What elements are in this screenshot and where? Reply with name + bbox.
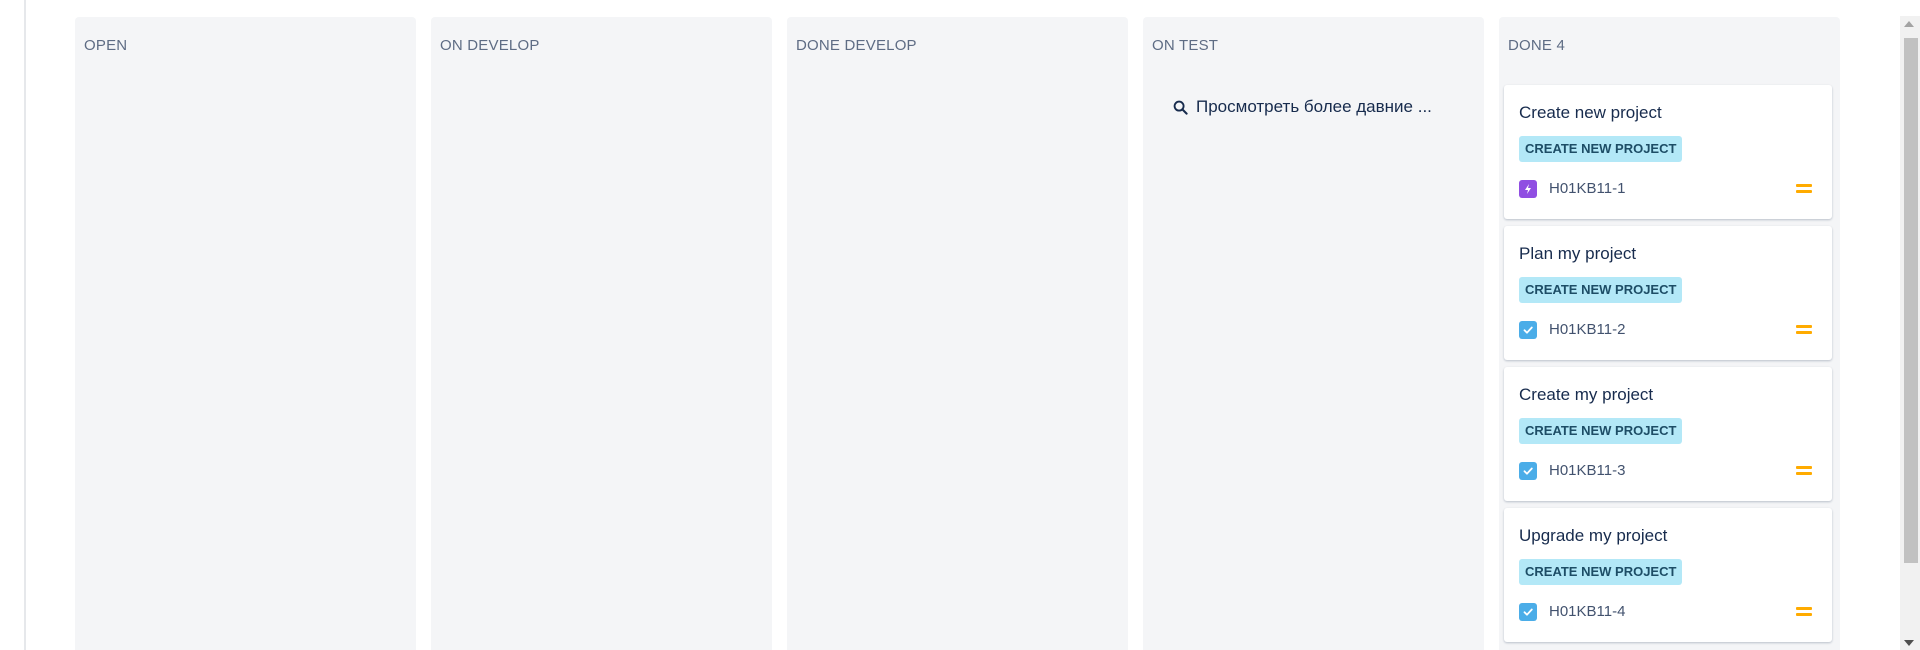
- card-title: Create new project: [1519, 103, 1662, 122]
- card-title: Upgrade my project: [1519, 526, 1668, 545]
- epic-badge: CREATE NEW PROJECT: [1519, 277, 1683, 303]
- card-title: Create my project: [1519, 385, 1654, 404]
- column-title: DONE 4: [1508, 37, 1566, 54]
- search-icon: [1173, 100, 1188, 115]
- board-page: OPEN ON DEVELOP DONE DEVELOP ON TEST Про…: [0, 0, 1920, 650]
- issue-key: H01KB11-3: [1549, 462, 1626, 479]
- medium-priority-icon: [1796, 465, 1812, 477]
- issue-card[interactable]: Plan my project CREATE NEW PROJECT H01KB…: [1504, 226, 1832, 360]
- column-done-develop: DONE DEVELOP: [787, 17, 1128, 650]
- scroll-down-arrow-icon[interactable]: [1904, 640, 1914, 646]
- column-on-test: ON TEST Просмотреть более давние ...: [1143, 17, 1484, 650]
- epic-lightning-icon: [1519, 180, 1537, 198]
- issue-key: H01KB11-2: [1549, 321, 1626, 338]
- issue-key: H01KB11-1: [1549, 180, 1626, 197]
- task-checkbox-icon: [1519, 321, 1537, 339]
- column-title: ON TEST: [1152, 37, 1219, 54]
- view-older-issues-label: Просмотреть более давние ...: [1196, 97, 1432, 116]
- issue-card[interactable]: Create my project CREATE NEW PROJECT H01…: [1504, 367, 1832, 501]
- column-open: OPEN: [75, 17, 416, 650]
- epic-badge: CREATE NEW PROJECT: [1519, 559, 1683, 585]
- epic-badge: CREATE NEW PROJECT: [1519, 418, 1683, 444]
- medium-priority-icon: [1796, 324, 1812, 336]
- issue-card[interactable]: Create new project CREATE NEW PROJECT H0…: [1504, 85, 1832, 219]
- sidebar-divider: [24, 0, 26, 650]
- view-older-issues-link[interactable]: Просмотреть более давние ...: [1173, 97, 1432, 117]
- card-title: Plan my project: [1519, 244, 1637, 263]
- task-checkbox-icon: [1519, 462, 1537, 480]
- column-title: ON DEVELOP: [440, 37, 540, 54]
- task-checkbox-icon: [1519, 603, 1537, 621]
- scrollbar-thumb[interactable]: [1904, 38, 1918, 563]
- column-done: DONE 4 Create new project CREATE NEW PRO…: [1499, 17, 1840, 650]
- epic-badge: CREATE NEW PROJECT: [1519, 136, 1683, 162]
- scroll-up-arrow-icon[interactable]: [1904, 21, 1914, 27]
- issue-card[interactable]: Upgrade my project CREATE NEW PROJECT H0…: [1504, 508, 1832, 642]
- column-title: DONE DEVELOP: [796, 37, 917, 54]
- medium-priority-icon: [1796, 606, 1812, 618]
- medium-priority-icon: [1796, 183, 1812, 195]
- column-on-develop: ON DEVELOP: [431, 17, 772, 650]
- issue-key: H01KB11-4: [1549, 603, 1626, 620]
- column-title: OPEN: [84, 37, 128, 54]
